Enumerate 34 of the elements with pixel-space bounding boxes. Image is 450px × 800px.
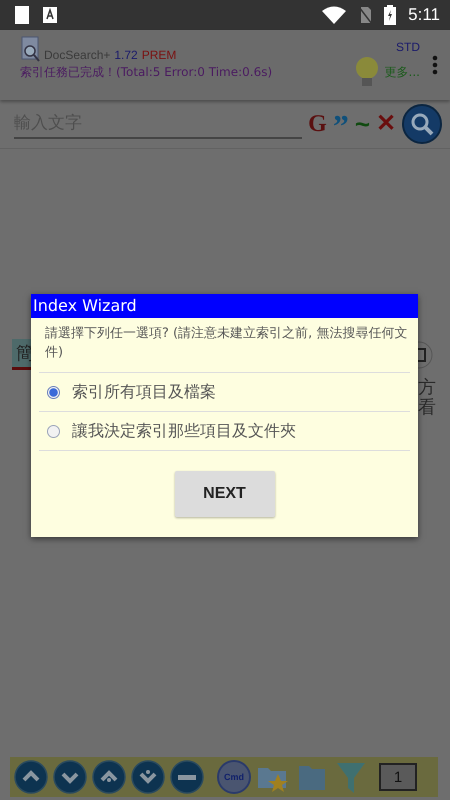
overflow-menu-icon[interactable] — [432, 55, 438, 75]
text-fragment: 方 — [418, 378, 436, 398]
clear-button[interactable]: ✕ — [376, 112, 396, 136]
wifi-icon — [322, 6, 346, 24]
search-icon[interactable] — [402, 104, 442, 144]
google-button[interactable]: G — [308, 112, 327, 136]
mode-label[interactable]: STD — [396, 40, 420, 54]
radio-button[interactable] — [47, 386, 60, 398]
fuzzy-button[interactable]: ~ — [354, 111, 370, 137]
more-link[interactable]: 更多... — [384, 64, 420, 80]
quote-button[interactable]: ” — [332, 110, 349, 138]
notification-icon — [42, 5, 58, 25]
up-button[interactable] — [92, 760, 126, 794]
book-button[interactable]: 1 — [379, 763, 417, 791]
notification-icon — [14, 5, 30, 25]
up-button[interactable] — [14, 760, 48, 794]
dialog-message: 請選擇下列任一選項? (請注意未建立索引之前, 無法搜尋任何文件) — [44, 325, 408, 362]
battery-icon — [384, 5, 396, 25]
radio-option[interactable]: 索引所有項目及檔案 — [39, 373, 410, 412]
down-button[interactable] — [131, 760, 165, 794]
version-label: 1.72 — [114, 48, 138, 62]
next-button[interactable]: NEXT — [174, 471, 274, 517]
clock-time: 5:11 — [408, 5, 440, 25]
radio-button[interactable] — [47, 424, 60, 438]
text-fragment: 看 — [418, 398, 436, 418]
minus-button[interactable] — [170, 760, 204, 794]
down-button[interactable] — [53, 760, 87, 794]
no-sim-icon — [358, 6, 372, 24]
status-message: 索引任務已完成！(Total:5 Error:0 Time:0.6s) — [20, 64, 274, 81]
edition-label: PREM — [142, 48, 176, 62]
dialog-title: Index Wizard — [31, 294, 418, 318]
document-search-icon — [20, 36, 40, 62]
radio-option[interactable]: 讓我決定索引那些項目及文件夾 — [39, 412, 410, 451]
command-button[interactable]: Cmd — [217, 760, 251, 794]
